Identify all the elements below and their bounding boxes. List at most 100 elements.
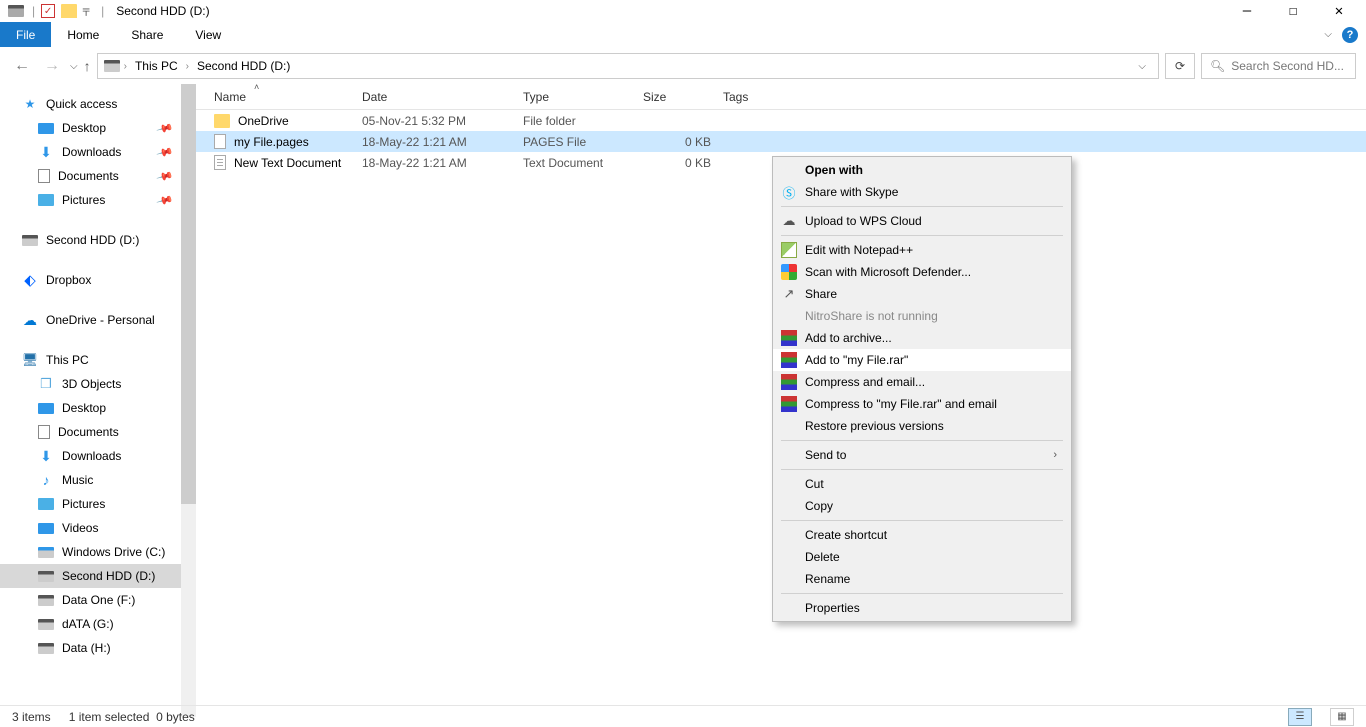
context-menu-item[interactable]: ⓈShare with Skype xyxy=(773,181,1071,203)
status-item-count: 3 items xyxy=(12,710,51,724)
breadcrumb[interactable]: Second HDD (D:) xyxy=(193,59,294,73)
sidebar-item[interactable]: Pictures xyxy=(0,492,196,516)
cube-icon: ❒ xyxy=(38,376,54,392)
file-size: 0 KB xyxy=(643,135,723,149)
column-type[interactable]: Type xyxy=(523,84,643,109)
context-menu-item[interactable]: Send to› xyxy=(773,444,1071,466)
sidebar-item[interactable]: Second HDD (D:) xyxy=(0,564,196,588)
context-menu-item[interactable]: Rename xyxy=(773,568,1071,590)
sidebar-item[interactable]: Second HDD (D:) xyxy=(0,228,196,252)
forward-button[interactable]: → xyxy=(40,54,64,78)
file-tab[interactable]: File xyxy=(0,22,51,47)
maximize-button[interactable]: ☐ xyxy=(1270,0,1316,22)
context-menu-label: Scan with Microsoft Defender... xyxy=(805,265,971,279)
sidebar-item[interactable]: Videos xyxy=(0,516,196,540)
sidebar-item-label: Documents xyxy=(58,169,119,183)
sidebar-item[interactable]: Data (H:) xyxy=(0,636,196,660)
context-menu-item[interactable]: Compress and email... xyxy=(773,371,1071,393)
folder-icon xyxy=(61,4,77,18)
details-view-button[interactable]: ☰ xyxy=(1288,708,1312,726)
context-menu-item[interactable]: Add to "my File.rar" xyxy=(773,349,1071,371)
sidebar-item[interactable]: Documents📌 xyxy=(0,164,196,188)
navigation-pane: ★ Quick access Desktop📌⬇Downloads📌Docume… xyxy=(0,84,196,717)
context-menu-item[interactable]: Properties xyxy=(773,597,1071,619)
pin-icon: 📌 xyxy=(156,119,174,137)
quick-access-header[interactable]: ★ Quick access xyxy=(0,92,196,116)
address-bar[interactable]: › This PC › Second HDD (D:) ⌵ xyxy=(97,53,1159,79)
column-size[interactable]: Size xyxy=(643,84,723,109)
qat-checkbox-icon[interactable]: ✓ xyxy=(41,4,55,18)
context-menu-label: Compress to "my File.rar" and email xyxy=(805,397,997,411)
history-dropdown[interactable]: ⌵ xyxy=(70,61,78,72)
sidebar-item[interactable]: Documents xyxy=(0,420,196,444)
file-row[interactable]: my File.pages 18-May-22 1:21 AM PAGES Fi… xyxy=(196,131,1366,152)
context-menu-item[interactable]: Copy xyxy=(773,495,1071,517)
desk-icon xyxy=(38,403,54,414)
sidebar-item[interactable]: ❒3D Objects xyxy=(0,372,196,396)
context-menu-item[interactable]: Add to archive... xyxy=(773,327,1071,349)
folder-icon xyxy=(214,114,230,128)
titlebar: | ✓ 〒 | Second HDD (D:) — ☐ ✕ xyxy=(0,0,1366,22)
sidebar-item[interactable]: dATA (G:) xyxy=(0,612,196,636)
sidebar-item[interactable]: Desktop📌 xyxy=(0,116,196,140)
sidebar-item[interactable]: ⬖Dropbox xyxy=(0,268,196,292)
chevron-right-icon[interactable]: › xyxy=(186,61,189,72)
context-menu-item[interactable]: Open with xyxy=(773,159,1071,181)
this-pc-header[interactable]: 🖥 This PC xyxy=(0,348,196,372)
file-icon xyxy=(214,134,226,149)
ribbon-expand-icon[interactable]: ⌵ xyxy=(1324,29,1332,40)
sidebar-item[interactable]: Pictures📌 xyxy=(0,188,196,212)
refresh-button[interactable]: ⟳ xyxy=(1165,53,1195,79)
help-icon[interactable]: ? xyxy=(1342,27,1358,43)
view-tab[interactable]: View xyxy=(179,22,237,47)
sidebar-item[interactable]: Data One (F:) xyxy=(0,588,196,612)
share-tab[interactable]: Share xyxy=(115,22,179,47)
breadcrumb[interactable]: This PC xyxy=(131,59,182,73)
file-name: OneDrive xyxy=(238,114,289,128)
rar-icon xyxy=(781,330,797,346)
context-menu-item[interactable]: Cut xyxy=(773,473,1071,495)
address-dropdown-icon[interactable]: ⌵ xyxy=(1132,61,1152,72)
file-type: Text Document xyxy=(523,156,643,170)
sidebar-item[interactable]: ☁OneDrive - Personal xyxy=(0,308,196,332)
context-menu-item[interactable]: Restore previous versions xyxy=(773,415,1071,437)
sidebar-item-label: Windows Drive (C:) xyxy=(62,545,165,559)
context-menu-item[interactable]: ☁Upload to WPS Cloud xyxy=(773,210,1071,232)
sidebar-item[interactable]: ⬇Downloads📌 xyxy=(0,140,196,164)
sidebar-item[interactable]: ♪Music xyxy=(0,468,196,492)
up-button[interactable]: ↑ xyxy=(84,58,91,74)
column-name[interactable]: Name˄ xyxy=(214,84,362,109)
sidebar-item[interactable]: Desktop xyxy=(0,396,196,420)
minimize-button[interactable]: — xyxy=(1224,0,1270,22)
sidebar-item-label: Downloads xyxy=(62,449,121,463)
search-input[interactable]: 🔍︎ Search Second HD... xyxy=(1201,53,1356,79)
sidebar-item[interactable]: ⬇Downloads xyxy=(0,444,196,468)
context-menu-item[interactable]: Delete xyxy=(773,546,1071,568)
context-menu-item[interactable]: Edit with Notepad++ xyxy=(773,239,1071,261)
column-date[interactable]: Date xyxy=(362,84,523,109)
sidebar-item[interactable]: Windows Drive (C:) xyxy=(0,540,196,564)
context-menu-label: Delete xyxy=(805,550,840,564)
separator: | xyxy=(32,4,35,18)
sidebar-scrollbar[interactable] xyxy=(181,84,196,717)
thumbnails-view-button[interactable]: ▦ xyxy=(1330,708,1354,726)
close-button[interactable]: ✕ xyxy=(1316,0,1362,22)
home-tab[interactable]: Home xyxy=(51,22,115,47)
column-tags[interactable]: Tags xyxy=(723,84,803,109)
search-icon: 🔍︎ xyxy=(1210,59,1225,73)
context-menu-item: NitroShare is not running xyxy=(773,305,1071,327)
video-icon xyxy=(38,523,54,534)
back-button[interactable]: ← xyxy=(10,54,34,78)
drive-icon xyxy=(104,60,120,72)
qat-dropdown-icon[interactable]: 〒 xyxy=(81,4,91,19)
context-menu-item[interactable]: ↗Share xyxy=(773,283,1071,305)
chevron-right-icon[interactable]: › xyxy=(124,61,127,72)
pic-icon xyxy=(38,194,54,206)
context-menu-item[interactable]: Create shortcut xyxy=(773,524,1071,546)
ribbon: File Home Share View ⌵ ? xyxy=(0,22,1366,48)
context-menu-item[interactable]: Scan with Microsoft Defender... xyxy=(773,261,1071,283)
context-menu-item[interactable]: Compress to "my File.rar" and email xyxy=(773,393,1071,415)
context-menu-label: Compress and email... xyxy=(805,375,925,389)
file-row[interactable]: OneDrive 05-Nov-21 5:32 PM File folder xyxy=(196,110,1366,131)
rar-icon xyxy=(781,374,797,390)
